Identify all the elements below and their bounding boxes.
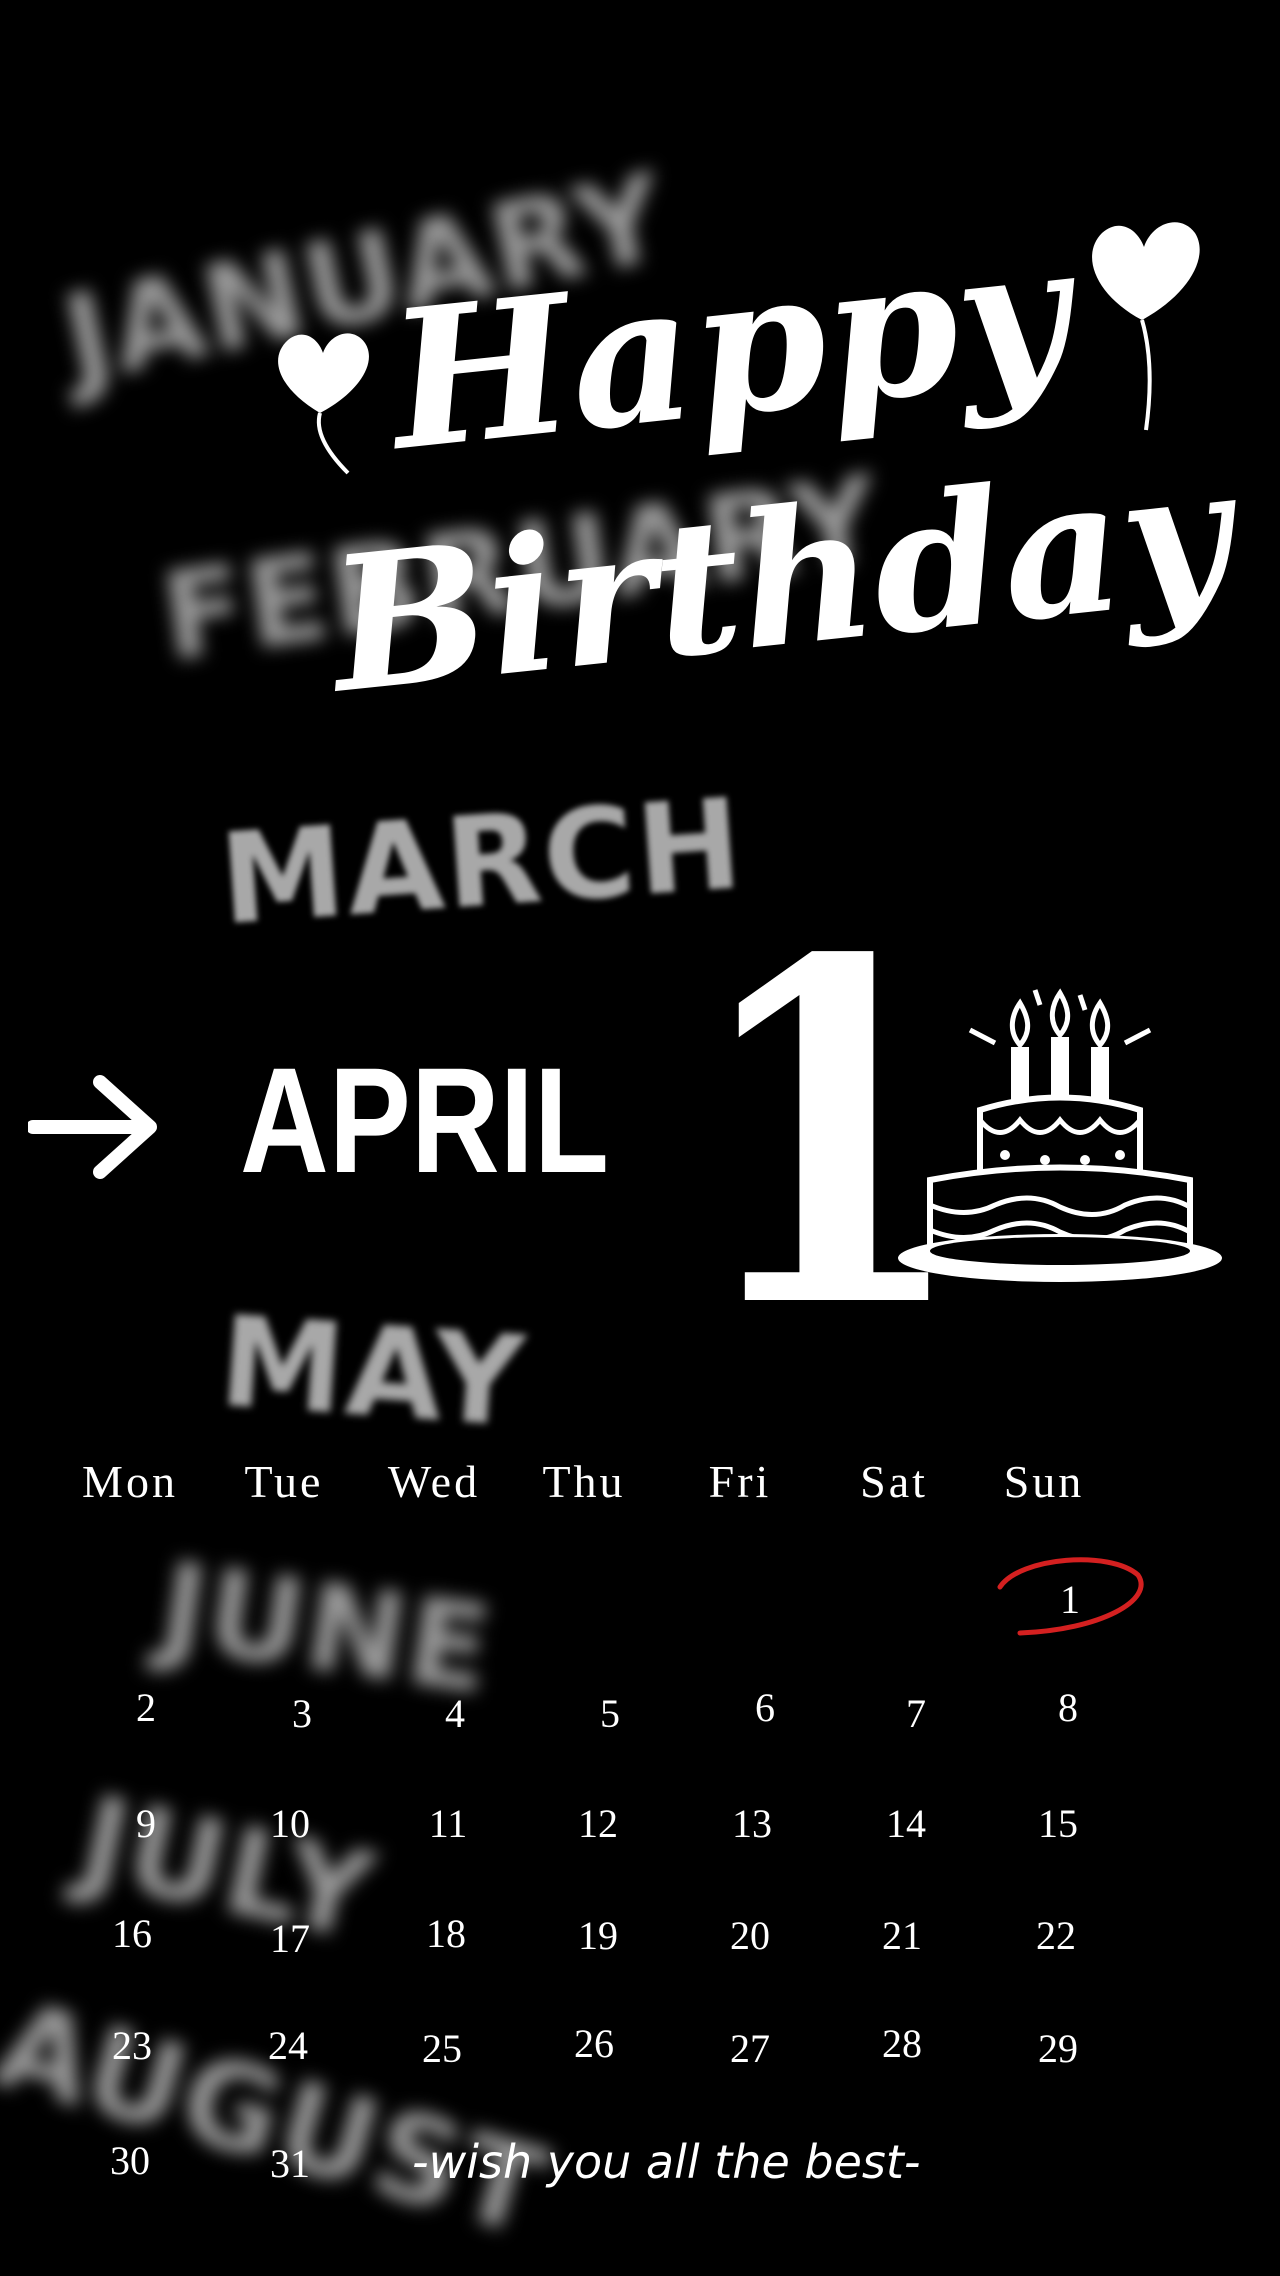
current-month: APRIL (240, 1036, 609, 1204)
birthday-cake-icon (895, 975, 1225, 1289)
calendar-day[interactable]: 17 (240, 1915, 340, 1962)
calendar-day[interactable]: 18 (396, 1910, 496, 1957)
calendar-day[interactable]: 19 (548, 1912, 648, 1959)
calendar-day[interactable]: 16 (82, 1910, 182, 1957)
weekday-wed: Wed (387, 1456, 481, 1507)
calendar-day[interactable]: 8 (1018, 1684, 1118, 1731)
calendar-day[interactable]: 28 (852, 2020, 952, 2067)
weekday-mon: Mon (82, 1456, 178, 1507)
calendar-day[interactable]: 29 (1008, 2025, 1108, 2072)
calendar-day[interactable]: 2 (96, 1684, 196, 1731)
calendar-day[interactable]: 13 (702, 1800, 802, 1847)
arrow-right-icon (26, 1072, 163, 1186)
calendar-day[interactable]: 12 (548, 1800, 648, 1847)
calendar-day[interactable]: 31 (240, 2140, 340, 2187)
calendar-day[interactable]: 11 (398, 1800, 498, 1847)
heart-balloon-icon (268, 318, 378, 482)
heart-balloon-icon (1080, 205, 1210, 439)
weekday-sat: Sat (860, 1456, 928, 1507)
calendar-day[interactable]: 6 (715, 1684, 815, 1731)
calendar-day[interactable]: 22 (1006, 1912, 1106, 1959)
wish-message: -wish you all the best- (412, 2135, 921, 2189)
calendar-day[interactable]: 4 (405, 1690, 505, 1737)
blurred-month-may: MAY (215, 1289, 531, 1456)
calendar-day[interactable]: 10 (240, 1800, 340, 1847)
calendar-day[interactable]: 1 (1020, 1576, 1120, 1623)
calendar-day[interactable]: 20 (700, 1912, 800, 1959)
weekday-thu: Thu (542, 1456, 626, 1507)
calendar-day[interactable]: 23 (82, 2022, 182, 2069)
weekday-fri: Fri (708, 1456, 772, 1507)
blurred-month-march: MARCH (215, 771, 749, 954)
calendar-day[interactable]: 9 (96, 1800, 196, 1847)
calendar-day[interactable]: 14 (856, 1800, 956, 1847)
weekday-sun: Sun (1003, 1456, 1085, 1507)
calendar-day[interactable]: 26 (544, 2020, 644, 2067)
calendar-day[interactable]: 7 (866, 1690, 966, 1737)
calendar-day[interactable]: 27 (700, 2025, 800, 2072)
calendar-day[interactable]: 25 (392, 2025, 492, 2072)
calendar-day[interactable]: 21 (852, 1912, 952, 1959)
calendar-day[interactable]: 15 (1008, 1800, 1108, 1847)
calendar-day[interactable]: 5 (560, 1690, 660, 1737)
blurred-month-august: AUGUST (0, 1975, 562, 2264)
calendar-day[interactable]: 3 (252, 1690, 352, 1737)
calendar-day[interactable]: 30 (80, 2137, 180, 2184)
calendar-day[interactable]: 24 (238, 2022, 338, 2069)
weekday-tue: Tue (244, 1456, 324, 1507)
